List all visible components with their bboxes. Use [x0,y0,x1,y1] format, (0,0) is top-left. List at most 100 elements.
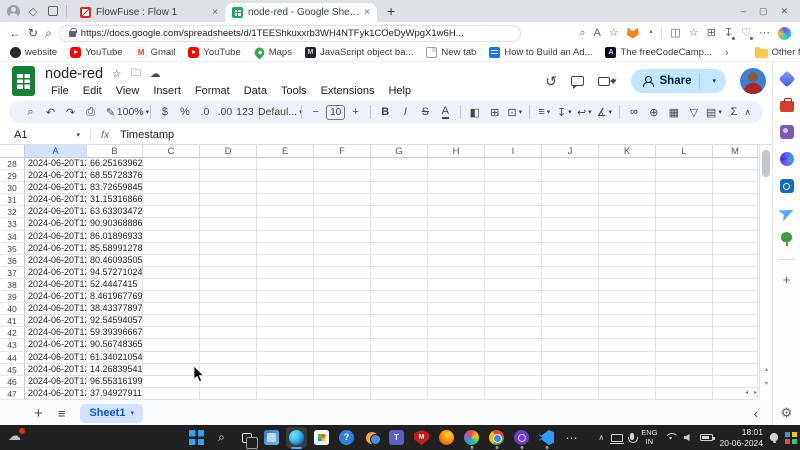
cell-I28[interactable] [485,158,542,170]
cell-L39[interactable] [656,291,713,303]
video-call-button[interactable]: ▾ [598,77,617,86]
cell-A44[interactable]: 2024-06-20T12:2 [25,352,87,364]
formula-input[interactable]: Timestamp [120,129,174,141]
side-panel-collapse-icon[interactable]: ‹ [754,406,758,421]
cell-L46[interactable] [656,376,713,388]
percent-button[interactable]: % [175,103,194,121]
cell-E29[interactable] [257,170,314,182]
cell-A28[interactable]: 2024-06-20T12:2 [25,158,87,170]
browser-tab[interactable]: node-red - Google Sheets× [225,3,377,22]
create-filter-button[interactable]: ▽ [684,103,703,121]
cell-B32[interactable]: 63.63303472 [87,206,143,218]
cell-E40[interactable] [257,303,314,315]
cell-B31[interactable]: 31.15316866 [87,194,143,206]
cell-E35[interactable] [257,243,314,255]
cell-J46[interactable] [542,376,599,388]
cell-L28[interactable] [656,158,713,170]
cell-H31[interactable] [428,194,485,206]
column-header-G[interactable]: G [371,145,428,158]
cell-K47[interactable] [599,388,656,400]
zoom-button[interactable]: 100%▾ [121,103,145,121]
cell-A37[interactable]: 2024-06-20T12:2 [25,267,87,279]
cell-G43[interactable] [371,339,428,351]
favorite-star-icon[interactable]: ☆ [609,28,619,39]
cell-G45[interactable] [371,364,428,376]
workspaces-icon[interactable]: ◇ [26,4,40,18]
cell-E36[interactable] [257,255,314,267]
menu-insert[interactable]: Insert [147,84,187,98]
all-sheets-icon[interactable]: ≡ [58,406,66,421]
cell-H43[interactable] [428,339,485,351]
taskbar-chrome-button[interactable] [486,427,507,448]
cell-G44[interactable] [371,352,428,364]
cell-C31[interactable] [143,194,200,206]
menu-extensions[interactable]: Extensions [315,84,381,98]
cell-E34[interactable] [257,231,314,243]
cell-G30[interactable] [371,182,428,194]
cell-H45[interactable] [428,364,485,376]
cell-J38[interactable] [542,279,599,291]
cell-I32[interactable] [485,206,542,218]
cell-B30[interactable]: 83.72659845 [87,182,143,194]
back-icon[interactable]: ← [9,26,21,40]
cell-A47[interactable]: 2024-06-20T12:2 [25,388,87,400]
outlook-sidebar-icon[interactable] [780,179,794,193]
column-header-K[interactable]: K [599,145,656,158]
cell-M30[interactable] [713,182,758,194]
wifi-icon[interactable] [665,433,677,442]
cell-F40[interactable] [314,303,371,315]
scroll-up-icon[interactable]: ▴ [760,367,772,373]
cell-K41[interactable] [599,315,656,327]
version-history-icon[interactable]: ↺ [545,73,557,90]
cell-H38[interactable] [428,279,485,291]
cell-C39[interactable] [143,291,200,303]
chevron-down-icon[interactable]: ▾ [76,131,80,139]
cell-J34[interactable] [542,231,599,243]
cell-H42[interactable] [428,327,485,339]
cell-D38[interactable] [200,279,257,291]
cell-J41[interactable] [542,315,599,327]
favorite-item[interactable]: How to Build an Ad... [489,47,592,58]
cell-I38[interactable] [485,279,542,291]
cell-L45[interactable] [656,364,713,376]
redo-button[interactable]: ↷ [61,103,80,121]
increase-decimal-button[interactable]: .00 [215,103,234,121]
cell-D45[interactable] [200,364,257,376]
cell-K32[interactable] [599,206,656,218]
add-sidebar-app-icon[interactable]: + [783,273,791,286]
cell-J32[interactable] [542,206,599,218]
cell-K40[interactable] [599,303,656,315]
cell-I42[interactable] [485,327,542,339]
italic-button[interactable]: I [396,103,415,121]
cell-E37[interactable] [257,267,314,279]
cell-D42[interactable] [200,327,257,339]
cell-B36[interactable]: 80.46093505 [87,255,143,267]
cell-B33[interactable]: 90.90368886 [87,218,143,230]
cell-E33[interactable] [257,218,314,230]
split-screen-icon[interactable]: ◫ [670,28,680,39]
cell-B41[interactable]: 92.54594057 [87,315,143,327]
column-header-I[interactable]: I [485,145,542,158]
cell-A41[interactable]: 2024-06-20T12:2 [25,315,87,327]
cell-D40[interactable] [200,303,257,315]
cell-M33[interactable] [713,218,758,230]
cell-B38[interactable]: 52.4447415 [87,279,143,291]
cell-E43[interactable] [257,339,314,351]
cell-E38[interactable] [257,279,314,291]
cell-H37[interactable] [428,267,485,279]
cell-M39[interactable] [713,291,758,303]
cell-F31[interactable] [314,194,371,206]
cell-E46[interactable] [257,376,314,388]
cell-D47[interactable] [200,388,257,400]
cell-E44[interactable] [257,352,314,364]
cell-K34[interactable] [599,231,656,243]
cell-C33[interactable] [143,218,200,230]
text-color-button[interactable]: A [436,103,455,121]
row-header-39[interactable]: 39 [0,291,25,303]
favorite-item[interactable]: website [10,47,57,58]
tree-sidebar-icon[interactable] [780,232,794,246]
cell-C40[interactable] [143,303,200,315]
cell-C38[interactable] [143,279,200,291]
url-bar[interactable]: https://docs.google.com/spreadsheets/d/1… [59,25,521,42]
cell-H44[interactable] [428,352,485,364]
